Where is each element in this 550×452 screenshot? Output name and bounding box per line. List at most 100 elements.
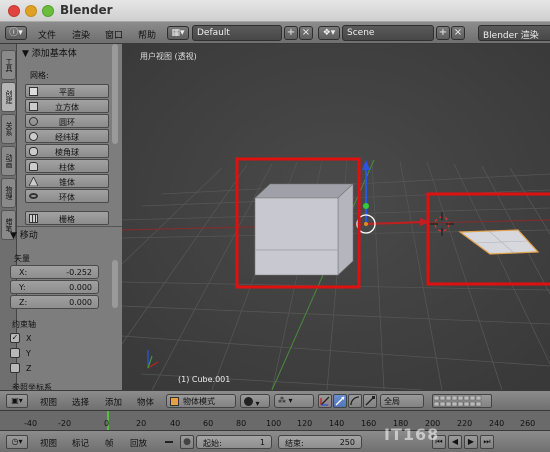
collapse-arrow-icon: ▼	[10, 231, 20, 241]
timeline-tick: -40	[24, 419, 38, 428]
vector-label: 矢量	[14, 254, 30, 263]
timeline-menu-frame[interactable]: 帧	[105, 437, 114, 449]
timeline-tick: 220	[457, 419, 473, 428]
add-primitive-header[interactable]: ▼ 添加基本体	[22, 46, 77, 59]
remove-layout-button[interactable]: ×	[299, 26, 313, 40]
shading-sphere-icon	[244, 397, 253, 406]
object-mode-icon	[170, 397, 179, 406]
menu-view[interactable]: 视图	[40, 396, 57, 408]
shelf-scrollbar[interactable]	[112, 44, 118, 144]
timeline-tick: 0	[104, 419, 110, 428]
mode-select[interactable]: 物体模式	[166, 394, 236, 408]
menu-add[interactable]: 添加	[105, 396, 122, 408]
scene-field[interactable]: Scene	[342, 25, 434, 41]
timeline-ruler[interactable]: -40 -20 0 20 40 60 80 100 120 140 160 18…	[0, 410, 550, 431]
viewport-title: 用户视图 (透视)	[140, 52, 197, 61]
timeline-tick: -20	[58, 419, 72, 428]
watermark-logo: IT168	[384, 425, 440, 444]
end-frame-field[interactable]: 结束: 250	[278, 435, 362, 449]
constraint-y-checkbox[interactable]	[10, 348, 20, 358]
translate-manipulator-icon[interactable]	[333, 394, 347, 408]
vector-z-field[interactable]: Z: 0.000	[10, 295, 99, 309]
tab-animation[interactable]: 动画	[1, 146, 16, 176]
tab-physics[interactable]: 物理	[1, 178, 16, 208]
timeline-menu-marker[interactable]: 标记	[72, 437, 89, 449]
3d-viewport[interactable]	[122, 44, 550, 390]
constraint-y-label: Y	[26, 349, 31, 358]
viewport-header: ▣▾ 视图 选择 添加 物体 物体模式 ▾ ⁂ ▾ 全局	[0, 390, 550, 410]
close-window-button[interactable]	[8, 5, 20, 17]
maximize-window-button[interactable]	[42, 5, 54, 17]
menu-select[interactable]: 选择	[72, 396, 89, 408]
add-circle-button[interactable]: 圆环	[25, 114, 109, 128]
timeline-tick: 60	[203, 419, 214, 428]
timeline-tick: 260	[520, 419, 536, 428]
cube-object[interactable]	[254, 183, 354, 276]
object-origin-dot	[364, 222, 368, 226]
pivot-icon: ⁂	[278, 396, 286, 405]
info-header: ⓘ▾ 文件 渲染 窗口 帮助 ▦▾ Default + × ❖▾ Scene +…	[0, 22, 550, 44]
add-layout-button[interactable]: +	[284, 26, 298, 40]
panel-divider	[17, 226, 122, 227]
clock-icon[interactable]: ◷▾	[6, 435, 28, 449]
timeline-tick: 160	[361, 419, 377, 428]
play-icon[interactable]: ▶	[464, 435, 478, 449]
start-frame-field[interactable]: 起始: 1	[196, 435, 272, 449]
manipulator-toggle-icon[interactable]	[318, 394, 332, 408]
add-torus-button[interactable]: 环体	[25, 189, 109, 203]
transform-orientation-select[interactable]: 全局	[380, 394, 424, 408]
record-icon[interactable]: ●	[180, 435, 194, 449]
add-cylinder-button[interactable]: 柱体	[25, 159, 109, 173]
collapse-arrow-icon: ▼	[22, 49, 32, 59]
pivot-point-select[interactable]: ⁂ ▾	[274, 394, 314, 408]
scene-icon[interactable]: ❖▾	[318, 26, 340, 40]
timeline-menu-playback[interactable]: 回放	[130, 437, 147, 449]
blender-window: Blender ⓘ▾ 文件 渲染 窗口 帮助 ▦▾ Default + × ❖▾…	[0, 0, 550, 452]
constraint-axis-label: 约束轴	[12, 320, 36, 329]
timeline-menu-view[interactable]: 视图	[40, 437, 57, 449]
tab-create[interactable]: 创建	[1, 82, 16, 112]
info-editor-type-icon[interactable]: ⓘ▾	[5, 26, 27, 40]
tab-tools[interactable]: 工具	[1, 50, 16, 80]
operator-panel-header[interactable]: ▼ 移动	[10, 228, 38, 241]
title-bar: Blender	[0, 0, 550, 22]
timeline-tick: 240	[489, 419, 505, 428]
play-reverse-icon[interactable]: ◀	[448, 435, 462, 449]
active-object-label: (1) Cube.001	[178, 375, 231, 384]
menu-window[interactable]: 窗口	[105, 28, 123, 41]
remove-scene-button[interactable]: ×	[451, 26, 465, 40]
operator-scrollbar[interactable]	[112, 260, 118, 308]
constraint-x-label: X	[26, 334, 32, 343]
menu-render[interactable]: 渲染	[72, 28, 90, 41]
constraint-z-checkbox[interactable]	[10, 363, 20, 373]
add-plane-button[interactable]: 平面	[25, 84, 109, 98]
add-grid-button[interactable]: 栅格	[25, 211, 109, 225]
screen-layout-field[interactable]: Default	[192, 25, 282, 41]
minimize-window-button[interactable]	[25, 5, 37, 17]
render-engine-select[interactable]: Blender 渲染	[478, 25, 550, 41]
menu-object[interactable]: 物体	[137, 396, 154, 408]
timeline-tick: 140	[329, 419, 345, 428]
menu-help[interactable]: 帮助	[138, 28, 156, 41]
jump-end-icon[interactable]: ⏭	[480, 435, 494, 449]
constraint-x-checkbox[interactable]: ✓	[10, 333, 20, 343]
scale-manipulator-icon[interactable]	[363, 394, 377, 408]
vector-x-field[interactable]: X: -0.252	[10, 265, 99, 279]
layer-buttons[interactable]	[432, 394, 492, 408]
add-cone-button[interactable]: 锥体	[25, 174, 109, 188]
viewport-shading-select[interactable]: ▾	[240, 394, 270, 408]
timeline-tick: 20	[136, 419, 147, 428]
layout-grid-icon[interactable]: ▦▾	[167, 26, 189, 40]
add-ico-sphere-button[interactable]: 棱角球	[25, 144, 109, 158]
add-scene-button[interactable]: +	[436, 26, 450, 40]
add-cube-button[interactable]: 立方体	[25, 99, 109, 113]
tab-relations[interactable]: 关系	[1, 114, 16, 144]
gizmo-y-handle[interactable]	[363, 203, 369, 209]
rotate-manipulator-icon[interactable]	[348, 394, 362, 408]
separator-icon	[165, 441, 173, 443]
menu-file[interactable]: 文件	[38, 28, 56, 41]
vector-y-field[interactable]: Y: 0.000	[10, 280, 99, 294]
window-title: Blender	[60, 3, 113, 17]
add-uv-sphere-button[interactable]: 经纬球	[25, 129, 109, 143]
editor-type-icon[interactable]: ▣▾	[6, 394, 28, 408]
